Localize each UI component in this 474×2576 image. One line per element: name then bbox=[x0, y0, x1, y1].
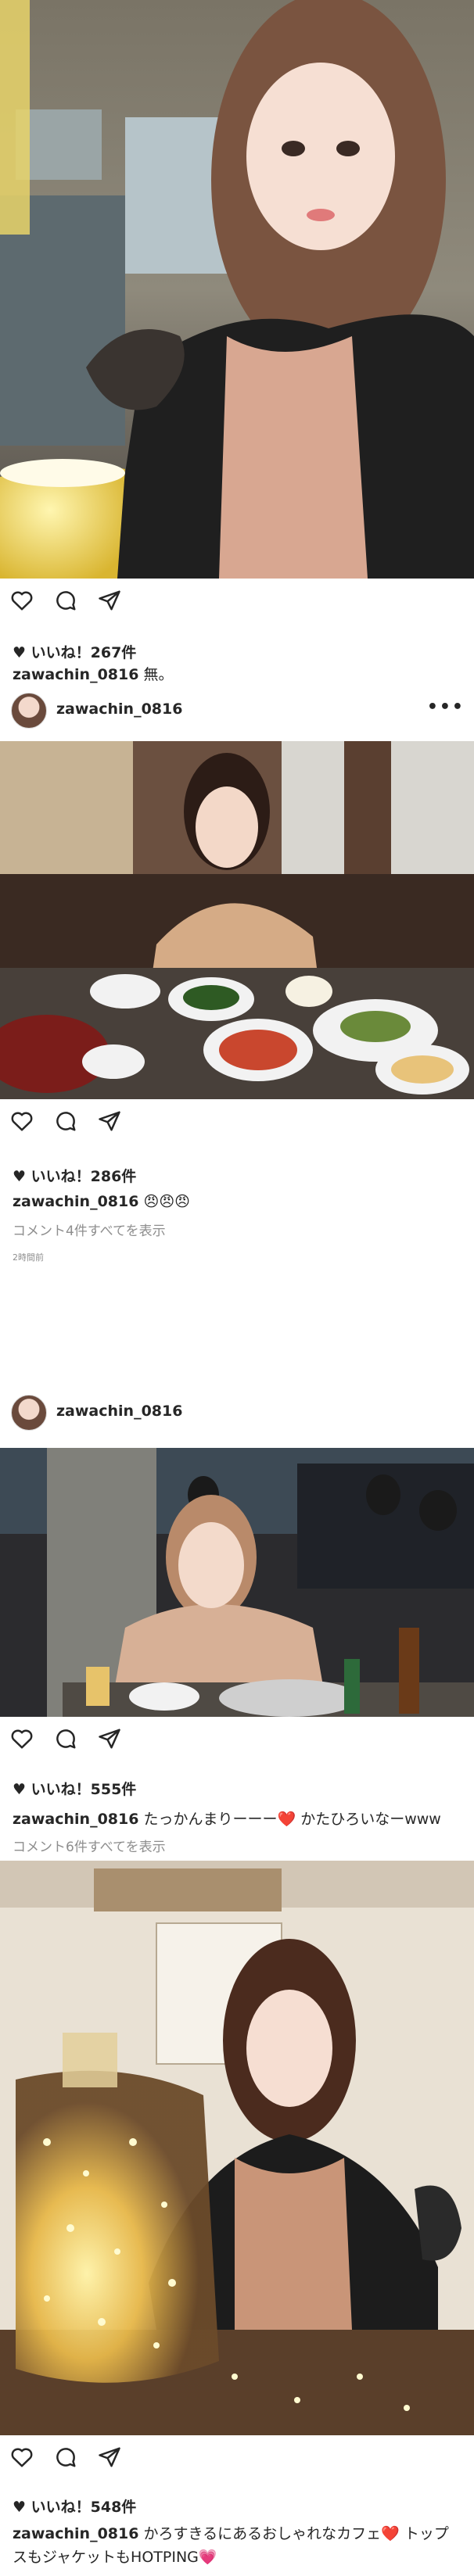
post-3-header: zawachin_0816 bbox=[0, 1388, 474, 1435]
post-username[interactable]: zawachin_0816 bbox=[56, 1403, 182, 1420]
caption-username[interactable]: zawachin_0816 bbox=[13, 1193, 138, 1210]
heart-icon[interactable] bbox=[8, 1107, 36, 1135]
caption: zawachin_0816 無。 bbox=[13, 663, 461, 686]
view-all-comments[interactable]: コメント4件すべてを表示 bbox=[13, 1220, 166, 1239]
post-username[interactable]: zawachin_0816 bbox=[56, 700, 182, 718]
likes-count[interactable]: ♥ いいね！286件 bbox=[13, 1165, 136, 1186]
post-3-photo[interactable] bbox=[0, 1448, 474, 1717]
post-2-photo[interactable] bbox=[0, 741, 474, 1099]
heart-icon[interactable] bbox=[8, 1725, 36, 1753]
post-4-photo[interactable] bbox=[0, 1861, 474, 2435]
comment-icon[interactable] bbox=[52, 586, 80, 614]
post-4-actions bbox=[0, 2435, 474, 2479]
avatar[interactable] bbox=[11, 693, 47, 729]
post-2-actions bbox=[0, 1099, 474, 1143]
more-icon[interactable]: ••• bbox=[427, 697, 465, 717]
heart-icon[interactable] bbox=[8, 2443, 36, 2471]
share-icon[interactable] bbox=[95, 1107, 124, 1135]
post-1-actions bbox=[0, 579, 474, 622]
caption-text: 無。 bbox=[143, 666, 174, 683]
caption: zawachin_0816 たっかんまりーーー❤️ かたひろいなーwww bbox=[13, 1807, 461, 1831]
heart-icon[interactable] bbox=[8, 586, 36, 614]
comment-icon[interactable] bbox=[52, 1725, 80, 1753]
comment-icon[interactable] bbox=[52, 1107, 80, 1135]
caption-text: たっかんまりーーー❤️ かたひろいなーwww bbox=[143, 1811, 441, 1828]
comment-icon[interactable] bbox=[52, 2443, 80, 2471]
caption: zawachin_0816 😠😠😠 bbox=[13, 1190, 461, 1213]
caption-text: 😠😠😠 bbox=[143, 1193, 190, 1210]
post-1-photo[interactable] bbox=[0, 0, 474, 579]
share-icon[interactable] bbox=[95, 2443, 124, 2471]
likes-count[interactable]: ♥ いいね！548件 bbox=[13, 2495, 136, 2517]
view-all-comments[interactable]: コメント6件すべてを表示 bbox=[13, 1836, 166, 1855]
caption-username[interactable]: zawachin_0816 bbox=[13, 1811, 138, 1828]
likes-count[interactable]: ♥ いいね！555件 bbox=[13, 1778, 136, 1799]
avatar[interactable] bbox=[11, 1395, 47, 1431]
caption-username[interactable]: zawachin_0816 bbox=[13, 666, 138, 683]
share-icon[interactable] bbox=[95, 1725, 124, 1753]
post-3-actions bbox=[0, 1717, 474, 1761]
post-2-header: zawachin_0816 ••• bbox=[0, 686, 474, 733]
caption: zawachin_0816 かろすきるにあるおしゃれなカフェ❤️ トップスもジャ… bbox=[13, 2522, 461, 2569]
share-icon[interactable] bbox=[95, 586, 124, 614]
caption-username[interactable]: zawachin_0816 bbox=[13, 2525, 138, 2542]
likes-count[interactable]: ♥ いいね！267件 bbox=[13, 641, 136, 662]
post-timestamp: 2時間前 bbox=[13, 1252, 44, 1263]
